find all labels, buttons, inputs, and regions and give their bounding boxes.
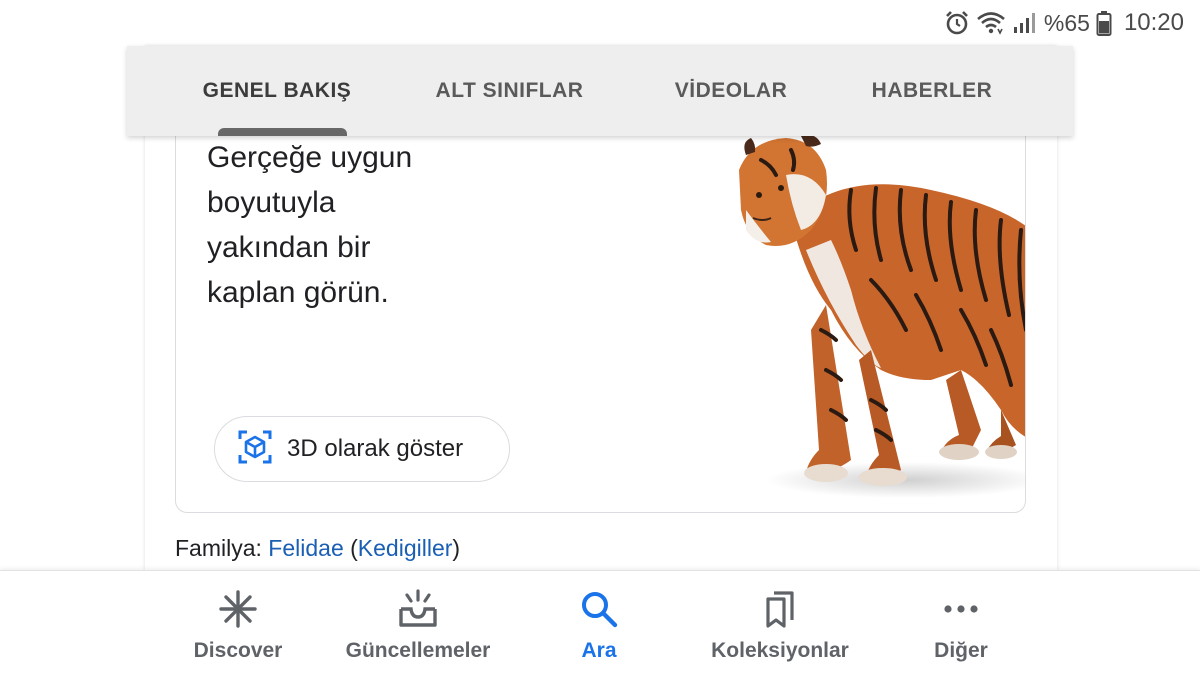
tab-alt-siniflar[interactable]: ALT SINIFLAR bbox=[417, 46, 602, 136]
family-line: Familya: Felidae (Kedigiller) bbox=[175, 535, 460, 562]
close-paren: ) bbox=[452, 535, 461, 561]
ar-promo-line: kaplan görün. bbox=[207, 276, 389, 309]
view-in-3d-button[interactable]: 3D olarak göster bbox=[214, 416, 510, 482]
battery-percentage: %65 bbox=[1043, 9, 1090, 36]
ar-promo-line: boyutuyla bbox=[207, 186, 336, 219]
ar-promo-line: yakından bir bbox=[207, 231, 371, 264]
tab-videolar[interactable]: VİDEOLAR bbox=[654, 46, 808, 136]
tab-label: HABERLER bbox=[871, 79, 993, 102]
nav-more[interactable]: Diğer bbox=[861, 571, 1061, 675]
nav-collections[interactable]: Koleksiyonlar bbox=[680, 571, 880, 675]
view-in-3d-icon bbox=[237, 429, 273, 470]
status-bar: %65 10:20 bbox=[0, 0, 1200, 46]
tab-label: ALT SINIFLAR bbox=[435, 79, 584, 102]
bottom-navigation: Discover Güncellemeler Ara Koleksiyonlar… bbox=[0, 570, 1200, 675]
ar-promo-text: Gerçeğe uygun boyutuyla yakından bir kap… bbox=[207, 135, 487, 315]
nav-label: Ara bbox=[581, 639, 617, 662]
nav-label: Diğer bbox=[934, 639, 988, 662]
family-link-felidae[interactable]: Felidae bbox=[268, 535, 343, 561]
tab-bar: GENEL BAKIŞ ALT SINIFLAR VİDEOLAR HABERL… bbox=[127, 46, 1073, 136]
more-horiz-icon bbox=[941, 589, 981, 629]
nav-discover[interactable]: Discover bbox=[138, 571, 338, 675]
tab-haberler[interactable]: HABERLER bbox=[857, 46, 1007, 136]
wifi-icon bbox=[976, 11, 1006, 35]
nav-label: Discover bbox=[193, 639, 283, 662]
screen: %65 10:20 GENEL BAKIŞ ALT SINIFLAR VİDEO… bbox=[0, 0, 1200, 675]
nav-updates[interactable]: Güncellemeler bbox=[318, 571, 518, 675]
nav-label: Güncellemeler bbox=[345, 639, 491, 662]
asterisk-icon bbox=[218, 589, 258, 629]
family-label: Familya: bbox=[175, 535, 262, 561]
open-paren: ( bbox=[350, 535, 358, 561]
tiger-image bbox=[739, 135, 1025, 498]
alarm-icon bbox=[944, 10, 970, 36]
signal-icon bbox=[1012, 11, 1036, 35]
search-icon bbox=[579, 589, 619, 629]
bookmarks-icon bbox=[760, 589, 800, 629]
tab-label: GENEL BAKIŞ bbox=[202, 79, 352, 102]
view-in-3d-label: 3D olarak göster bbox=[287, 435, 464, 462]
updates-tray-icon bbox=[398, 589, 438, 629]
family-link-kedigiller[interactable]: Kedigiller bbox=[358, 535, 453, 561]
battery-icon bbox=[1096, 10, 1112, 36]
clock: 10:20 bbox=[1123, 9, 1184, 36]
ar-card: Gerçeğe uygun boyutuyla yakından bir kap… bbox=[175, 120, 1026, 513]
tab-genel-bakis[interactable]: GENEL BAKIŞ bbox=[187, 46, 367, 136]
active-tab-indicator bbox=[218, 128, 347, 136]
nav-search[interactable]: Ara bbox=[499, 571, 699, 675]
nav-label: Koleksiyonlar bbox=[711, 639, 849, 662]
ar-promo-line: Gerçeğe uygun bbox=[207, 141, 413, 174]
tab-label: VİDEOLAR bbox=[674, 79, 788, 102]
